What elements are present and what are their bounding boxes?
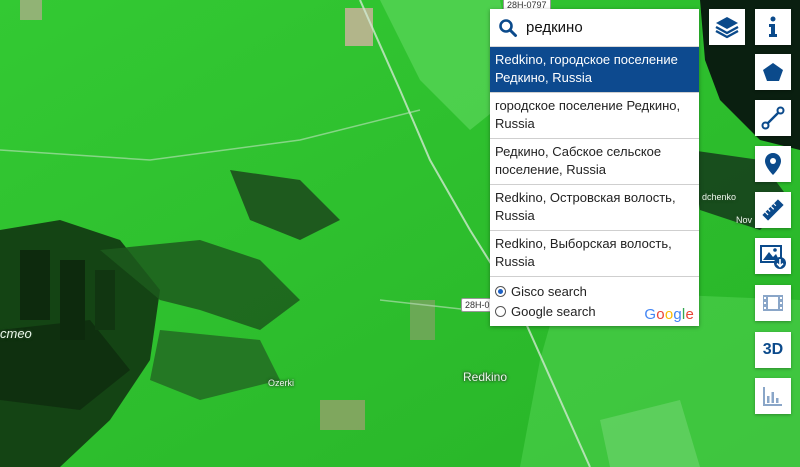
google-search-label: Google search: [511, 303, 596, 319]
image-download-icon: [760, 245, 786, 269]
map-label-right-top: dchenko: [702, 192, 737, 202]
map-marker-icon: [765, 153, 781, 175]
search-input[interactable]: [526, 19, 686, 36]
google-logo: Google: [644, 306, 694, 323]
search-bar: [490, 9, 699, 47]
3d-icon: 3D: [762, 341, 784, 358]
search-source-options: Gisco search Google search Google: [490, 277, 699, 326]
google-logo-letter: e: [685, 306, 694, 323]
statistics-button[interactable]: [755, 378, 791, 414]
google-search-radio[interactable]: [495, 305, 506, 317]
pentagon-icon: [763, 63, 783, 81]
map-label-redkino: Redkino: [463, 370, 508, 384]
search-result-item[interactable]: Редкино, Сабское сельское поселение, Rus…: [490, 139, 699, 185]
timelapse-button[interactable]: [755, 285, 791, 321]
search-result-item[interactable]: Redkino, городское поселение Редкино, Ru…: [490, 47, 699, 93]
measure-button[interactable]: [755, 192, 791, 228]
map-label-left-edge: стео: [0, 326, 32, 341]
layers-button[interactable]: [709, 9, 745, 45]
gisco-search-option[interactable]: Gisco search: [495, 281, 694, 301]
info-icon: [769, 16, 777, 37]
search-result-item[interactable]: Redkino, Островская волость, Russia: [490, 185, 699, 231]
layers-icon: [715, 17, 739, 39]
map-label-ozerki: Ozerki: [268, 378, 295, 388]
download-image-button[interactable]: [755, 238, 791, 274]
line-icon: [761, 106, 785, 130]
3d-button[interactable]: 3D: [755, 332, 791, 368]
road-shield-mid: 28H-0: [461, 298, 494, 312]
ruler-icon: [762, 199, 784, 221]
gisco-search-label: Gisco search: [511, 283, 587, 299]
place-marker-button[interactable]: [755, 146, 791, 182]
info-button[interactable]: [755, 9, 791, 45]
google-logo-letter: g: [673, 306, 682, 323]
map-label-right-mid: Nov: [736, 215, 753, 225]
search-panel: Redkino, городское поселение Редкино, Ru…: [490, 9, 699, 326]
google-logo-letter: o: [656, 306, 665, 323]
gisco-search-radio[interactable]: [495, 285, 506, 297]
draw-polygon-button[interactable]: [755, 54, 791, 90]
search-result-item[interactable]: Redkino, Выборская волость, Russia: [490, 231, 699, 277]
google-logo-letter: G: [644, 306, 657, 323]
bar-chart-icon: [763, 387, 782, 406]
film-icon: [763, 295, 783, 311]
draw-line-button[interactable]: [755, 100, 791, 136]
search-icon[interactable]: [490, 18, 526, 38]
search-result-item[interactable]: городское поселение Редкино, Russia: [490, 93, 699, 139]
